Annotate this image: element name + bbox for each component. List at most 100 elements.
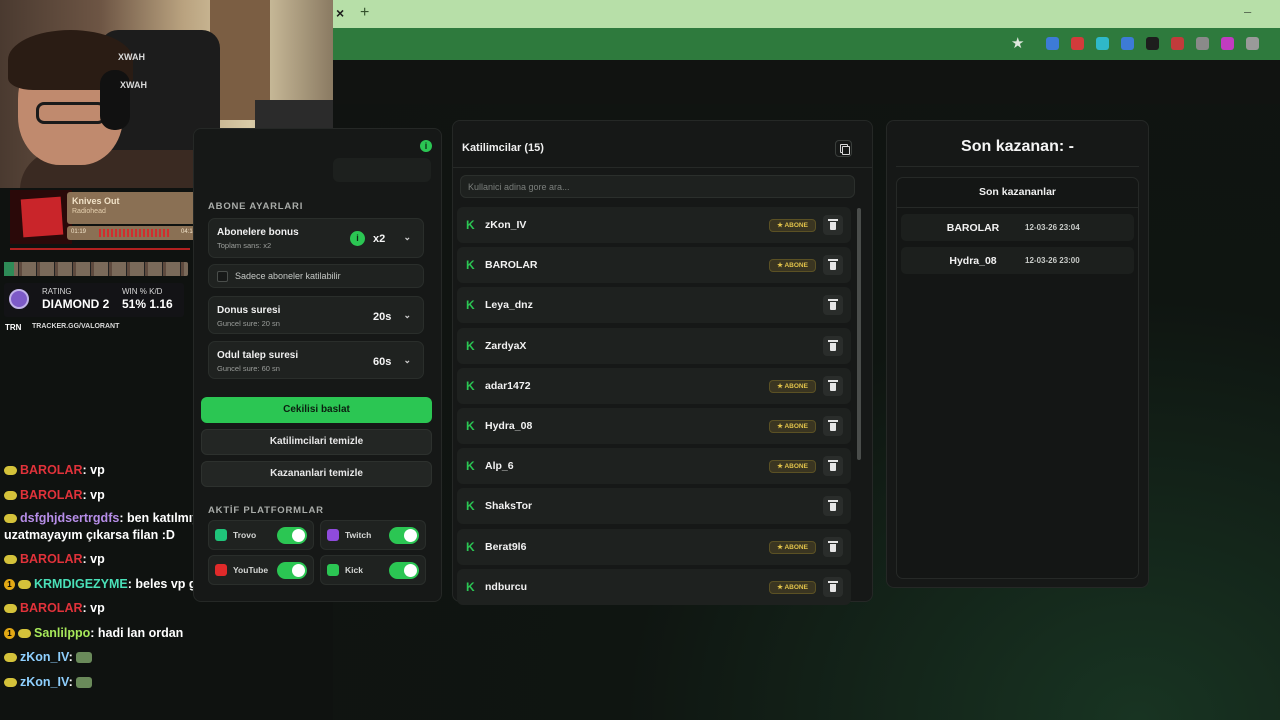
kick-icon <box>327 564 339 576</box>
delete-icon[interactable] <box>823 215 843 235</box>
claim-select-value: 60s <box>373 356 392 368</box>
tab-close-icon[interactable]: × <box>336 5 350 23</box>
participant-name: Alp_6 <box>485 460 514 473</box>
chat-user-icon <box>4 514 17 524</box>
browser-toolbar <box>333 28 1280 60</box>
delete-icon[interactable] <box>823 335 843 356</box>
chevron-down-icon: ⌄ <box>403 232 411 242</box>
subscriber-badge: ★ ABONE <box>769 259 816 273</box>
delete-icon[interactable] <box>823 536 843 557</box>
start-raffle-button[interactable]: Cekilisi baslat <box>201 397 432 423</box>
extension-icon[interactable] <box>1246 37 1259 50</box>
tracker-brand: TRN <box>5 323 22 332</box>
participants-title: Katilimcilar (15) <box>462 142 544 154</box>
winner-row: Hydra_08 12-03-26 23:00 <box>901 247 1134 274</box>
platform-name: Twitch <box>345 530 372 540</box>
platform-toggle[interactable] <box>389 562 419 579</box>
kick-icon: K <box>466 579 475 594</box>
webcam-glasses <box>36 102 106 124</box>
participant-name: zKon_IV <box>485 219 527 231</box>
kick-icon: K <box>466 459 475 474</box>
extension-icon[interactable] <box>1146 37 1159 50</box>
music-widget: Knives Out Radiohead 01:19 04:14 <box>10 190 200 248</box>
participant-row: Kndburcu ★ ABONE <box>457 568 851 605</box>
extension-icon[interactable] <box>1096 37 1109 50</box>
platform-name: YouTube <box>233 565 269 575</box>
participant-name: Berat9l6 <box>485 540 527 553</box>
platform-toggle[interactable] <box>277 562 307 579</box>
chevron-down-icon: ⌄ <box>403 310 411 320</box>
platforms-title: AKTİF PLATFORMLAR <box>208 505 324 516</box>
copy-icon[interactable] <box>835 140 852 157</box>
chat-username: BAROLAR <box>20 487 83 502</box>
extension-icon[interactable] <box>1221 37 1234 50</box>
album-art <box>10 190 72 244</box>
subs-only-setting[interactable]: Sadece aboneler katilabilir <box>208 264 424 288</box>
twitch-icon <box>327 529 339 541</box>
music-progress: 01:19 04:14 <box>67 226 200 240</box>
chat-username: dsfghjdsertrgdfs <box>20 511 120 525</box>
agent-strip-tag <box>4 262 14 276</box>
chat-message: zKon_IV: <box>4 645 304 670</box>
song-artist: Radiohead <box>72 208 106 215</box>
participant-name: ZardyaX <box>485 339 527 352</box>
platform-toggle[interactable] <box>389 527 419 544</box>
bonus-info-icon[interactable]: i <box>350 231 365 246</box>
delete-icon[interactable] <box>823 496 843 517</box>
chat-message: zKon_IV: <box>4 670 304 695</box>
participant-name: adar1472 <box>485 379 531 392</box>
participant-search-input[interactable]: Kullanici adina gore ara... <box>460 175 855 198</box>
delete-icon[interactable] <box>823 416 843 436</box>
participant-scrollbar[interactable] <box>857 208 861 460</box>
delete-icon[interactable] <box>823 456 843 477</box>
bookmark-star-icon[interactable]: ★ <box>1011 34 1024 52</box>
delete-icon[interactable] <box>823 255 843 276</box>
platform-youtube: YouTube <box>208 555 314 585</box>
waveform <box>99 229 169 237</box>
clear-participants-button[interactable]: Katilimcilari temizle <box>201 429 432 455</box>
new-tab-button[interactable]: + <box>360 4 369 22</box>
last-winner-title: Son kazanan: - <box>961 138 1074 155</box>
participant-row: Kadar1472 ★ ABONE <box>457 367 851 404</box>
delete-icon[interactable] <box>823 375 843 396</box>
participant-row: K ShaksTor <box>457 488 851 525</box>
extension-icon[interactable] <box>1046 37 1059 50</box>
extension-icon[interactable] <box>1196 37 1209 50</box>
extension-icon[interactable] <box>1071 37 1084 50</box>
youtube-icon <box>215 564 227 576</box>
chat-username: BAROLAR <box>20 552 83 566</box>
claim-select[interactable]: 60s ⌄ <box>369 352 415 372</box>
extension-icon[interactable] <box>1171 37 1184 50</box>
delete-icon[interactable] <box>823 576 843 597</box>
winner-name: Hydra_08 <box>949 255 997 267</box>
extension-icon[interactable] <box>1121 37 1134 50</box>
chat-emote-icon <box>76 652 93 664</box>
chat-user-icon <box>4 466 17 476</box>
subscriber-badge: ★ ABONE <box>769 460 816 474</box>
browser-tab-bar <box>333 0 1280 28</box>
platform-toggle[interactable] <box>277 527 307 544</box>
bonus-select-value: x2 <box>373 233 386 245</box>
chat-user-icon <box>4 555 17 565</box>
bonus-select[interactable]: x2 ⌄ <box>369 229 415 249</box>
winner-date: 12-03-26 23:04 <box>1025 223 1080 232</box>
rank-icon <box>9 289 29 309</box>
chat-user-icon <box>4 490 17 500</box>
chat-user-icon <box>18 628 31 638</box>
settings-input[interactable] <box>333 158 431 182</box>
info-icon[interactable]: i <box>420 140 432 152</box>
winner-row: BAROLAR 12-03-26 23:04 <box>901 214 1134 241</box>
delete-icon[interactable] <box>823 295 843 316</box>
winner-name: BAROLAR <box>946 222 1000 234</box>
clear-winners-button[interactable]: Kazananlari temizle <box>201 461 432 487</box>
duration-select[interactable]: 20s ⌄ <box>369 307 415 327</box>
kick-icon: K <box>466 378 475 393</box>
minimize-icon[interactable]: – <box>1244 4 1251 19</box>
elapsed-time: 01:19 <box>71 229 87 235</box>
chat-text: vp <box>90 487 105 502</box>
chat-text: vp <box>90 601 105 615</box>
bonus-setting: Abonelere bonus Toplam sans: x2 i x2 ⌄ <box>208 218 424 258</box>
recent-winners-divider <box>897 207 1138 208</box>
chat-username: zKon_IV <box>20 650 69 664</box>
subs-only-checkbox[interactable] <box>217 271 228 282</box>
